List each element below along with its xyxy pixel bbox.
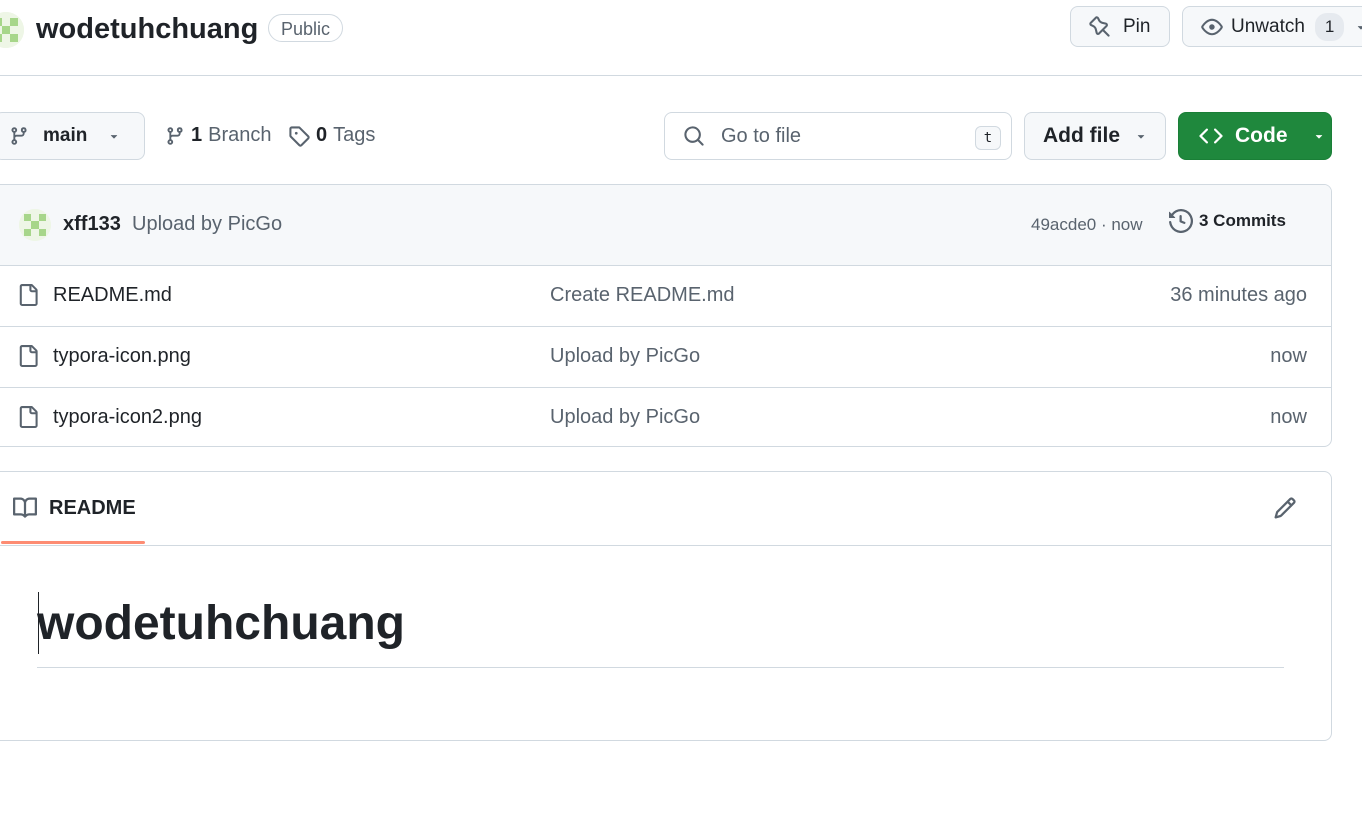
go-to-file-input[interactable] [719, 123, 963, 149]
file-age: now [1270, 345, 1307, 367]
file-commit-link[interactable]: Create README.md [550, 284, 735, 307]
tag-label: Tags [333, 124, 376, 146]
commit-message[interactable]: Upload by PicGo [132, 213, 282, 236]
file-age: 36 minutes ago [1170, 284, 1307, 306]
file-name-link[interactable]: README.md [53, 284, 172, 307]
pencil-icon[interactable] [1273, 496, 1297, 520]
branches-link[interactable]: 1 Branch [165, 124, 272, 147]
unwatch-label: Unwatch [1231, 15, 1305, 37]
tab-readme[interactable]: README [13, 496, 136, 520]
code-label: Code [1235, 124, 1288, 147]
git-branch-icon [9, 126, 29, 146]
branch-count: 1 [191, 124, 203, 146]
file-table: xff133 Upload by PicGo 49acde0 · now 3 C… [0, 184, 1332, 447]
chevron-down-icon [1354, 20, 1362, 34]
readme-tab-label: README [49, 496, 136, 519]
commits-label: 3 Commits [1199, 211, 1286, 230]
chevron-down-icon [1312, 129, 1326, 143]
heading-divider [37, 667, 1284, 668]
file-commit-link[interactable]: Upload by PicGo [550, 345, 700, 368]
file-icon [17, 283, 39, 307]
file-name-link[interactable]: typora-icon.png [53, 345, 191, 368]
file-age: now [1270, 406, 1307, 428]
commit-author[interactable]: xff133 [63, 213, 121, 236]
book-icon [13, 496, 37, 520]
table-row: typora-icon2.png Upload by PicGo now [0, 387, 1331, 446]
file-commit-link[interactable]: Upload by PicGo [550, 406, 700, 429]
add-file-label: Add file [1043, 124, 1120, 147]
pin-icon [1089, 15, 1111, 38]
history-icon [1169, 209, 1193, 233]
tab-underline [1, 541, 145, 544]
table-row: README.md Create README.md 36 minutes ag… [0, 265, 1331, 327]
latest-commit-row: xff133 Upload by PicGo 49acde0 · now 3 C… [0, 185, 1331, 266]
branch-name: main [43, 125, 88, 146]
eye-icon [1201, 16, 1223, 38]
chevron-down-icon [1134, 129, 1148, 143]
code-icon [1199, 124, 1223, 148]
file-icon [17, 405, 39, 429]
avatar[interactable] [19, 209, 51, 241]
file-icon [17, 344, 39, 368]
repo-title[interactable]: wodetuhchuang [36, 10, 258, 48]
pin-label: Pin [1123, 15, 1151, 37]
branch-selector[interactable]: main [0, 112, 145, 160]
readme-panel: README wodetuhchuang [0, 471, 1332, 741]
header-divider [0, 75, 1362, 76]
shortcut-key: t [975, 126, 1001, 150]
add-file-button[interactable]: Add file [1024, 112, 1166, 160]
go-to-file-search[interactable]: t [664, 112, 1012, 160]
readme-heading: wodetuhchuang [37, 597, 405, 650]
chevron-down-icon [107, 129, 121, 143]
commits-link[interactable]: 3 Commits [1169, 209, 1286, 233]
branch-label: Branch [208, 124, 272, 146]
tag-count: 0 [316, 124, 328, 146]
repo-avatar[interactable] [0, 12, 24, 48]
readme-header: README [0, 472, 1331, 546]
tags-link[interactable]: 0 Tags [288, 124, 375, 147]
git-branch-icon [165, 126, 185, 146]
visibility-badge: Public [268, 14, 344, 42]
table-row: typora-icon.png Upload by PicGo now [0, 326, 1331, 388]
search-icon [683, 125, 705, 147]
pin-button[interactable]: Pin [1070, 6, 1170, 47]
code-button[interactable]: Code [1178, 112, 1332, 160]
unwatch-button[interactable]: Unwatch 1 [1182, 6, 1362, 47]
commit-hash-time[interactable]: 49acde0 · now [1031, 215, 1143, 235]
file-name-link[interactable]: typora-icon2.png [53, 406, 202, 429]
tag-icon [288, 125, 310, 147]
watch-count: 1 [1314, 12, 1345, 41]
